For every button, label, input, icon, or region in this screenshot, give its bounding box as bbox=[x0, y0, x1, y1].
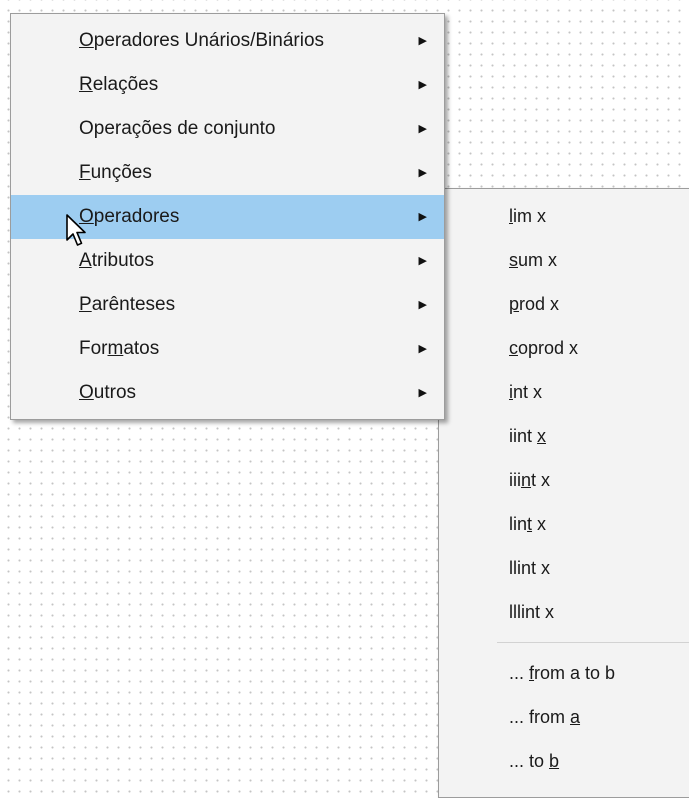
label-text: atos bbox=[123, 338, 160, 359]
label-text: For bbox=[79, 338, 108, 359]
label-text: ... from bbox=[509, 707, 571, 727]
label-text: ... to bbox=[509, 751, 550, 771]
submenu-arrow-icon: ▶ bbox=[418, 255, 427, 267]
submenu-item-from-a-to-b[interactable]: ... from a to b bbox=[439, 651, 689, 695]
label-text: x bbox=[532, 514, 547, 534]
submenu-item-prod-x[interactable]: prod x bbox=[439, 282, 689, 326]
submenu-arrow-icon: ▶ bbox=[418, 343, 427, 355]
submenu-arrow-icon: ▶ bbox=[418, 387, 427, 399]
mnemonic-letter: m bbox=[107, 338, 124, 359]
label-text: elações bbox=[92, 74, 159, 95]
menu-item-outros[interactable]: Outros ▶ bbox=[11, 371, 444, 415]
label-text: um x bbox=[518, 250, 558, 270]
label-text: peradores Unários/Binários bbox=[93, 30, 325, 51]
submenu-arrow-icon: ▶ bbox=[418, 35, 427, 47]
label-text: ... bbox=[509, 663, 530, 683]
submenu-item-lllint-x[interactable]: lllint x bbox=[439, 590, 689, 634]
label-text: llint x bbox=[509, 558, 551, 578]
mnemonic-letter: b bbox=[549, 751, 560, 771]
submenu-arrow-icon: ▶ bbox=[418, 79, 427, 91]
submenu-item-sum-x[interactable]: sum x bbox=[439, 238, 689, 282]
menu-item-funcoes[interactable]: Funções ▶ bbox=[11, 151, 444, 195]
label-text: peradores bbox=[93, 206, 180, 227]
mnemonic-letter: R bbox=[79, 74, 93, 95]
operators-submenu: lim x sum x prod x coprod x int x iint x iiint… bbox=[438, 188, 689, 798]
label-text: arênteses bbox=[91, 294, 176, 315]
mnemonic-letter: F bbox=[79, 162, 91, 183]
submenu-item-llint-x[interactable]: llint x bbox=[439, 546, 689, 590]
label-text: nt x bbox=[513, 382, 543, 402]
mouse-cursor-icon bbox=[66, 214, 86, 246]
label-text: iint bbox=[509, 426, 538, 446]
label-text: t x bbox=[531, 470, 551, 490]
label-text: unto bbox=[238, 118, 276, 139]
label-text: iii bbox=[509, 470, 521, 490]
menu-item-relacoes[interactable]: Relações ▶ bbox=[11, 63, 444, 107]
mnemonic-letter: p bbox=[509, 294, 520, 314]
label-text: lin bbox=[509, 514, 528, 534]
submenu-arrow-icon: ▶ bbox=[418, 299, 427, 311]
submenu-item-from-a[interactable]: ... from a bbox=[439, 695, 689, 739]
submenu-arrow-icon: ▶ bbox=[418, 123, 427, 135]
submenu-item-iint-x[interactable]: iint x bbox=[439, 414, 689, 458]
mnemonic-letter: O bbox=[79, 382, 94, 403]
menu-item-operacoes-de-conjunto[interactable]: Operações de conjunto ▶ bbox=[11, 107, 444, 151]
label-text: oprod x bbox=[518, 338, 579, 358]
submenu-item-to-b[interactable]: ... to b bbox=[439, 739, 689, 783]
mnemonic-letter: x bbox=[537, 426, 547, 446]
submenu-item-coprod-x[interactable]: coprod x bbox=[439, 326, 689, 370]
submenu-arrow-icon: ▶ bbox=[418, 211, 427, 223]
submenu-item-iiint-x[interactable]: iiint x bbox=[439, 458, 689, 502]
mnemonic-letter: s bbox=[509, 250, 518, 270]
label-text: rod x bbox=[519, 294, 560, 314]
submenu-item-lim-x[interactable]: lim x bbox=[439, 194, 689, 238]
label-text: tributos bbox=[91, 250, 154, 271]
mnemonic-letter: P bbox=[79, 294, 92, 315]
label-text: unções bbox=[90, 162, 152, 183]
label-text: Operações de con bbox=[79, 118, 235, 139]
label-text: utros bbox=[93, 382, 137, 403]
label-text: rom a to b bbox=[534, 663, 616, 683]
mnemonic-letter: n bbox=[521, 470, 532, 490]
menu-item-formatos[interactable]: Formatos ▶ bbox=[11, 327, 444, 371]
submenu-arrow-icon: ▶ bbox=[418, 167, 427, 179]
mnemonic-letter: c bbox=[509, 338, 518, 358]
menu-item-operadores-unarios-binarios[interactable]: Operadores Unários/Binários ▶ bbox=[11, 19, 444, 63]
submenu-item-lint-x[interactable]: lint x bbox=[439, 502, 689, 546]
mnemonic-letter: A bbox=[79, 250, 92, 271]
menu-item-parenteses[interactable]: Parênteses ▶ bbox=[11, 283, 444, 327]
mnemonic-letter: O bbox=[79, 30, 94, 51]
menu-separator bbox=[497, 642, 689, 643]
submenu-item-int-x[interactable]: int x bbox=[439, 370, 689, 414]
label-text: im x bbox=[513, 206, 546, 226]
label-text: lllint x bbox=[509, 602, 555, 622]
mnemonic-letter: a bbox=[570, 707, 581, 727]
